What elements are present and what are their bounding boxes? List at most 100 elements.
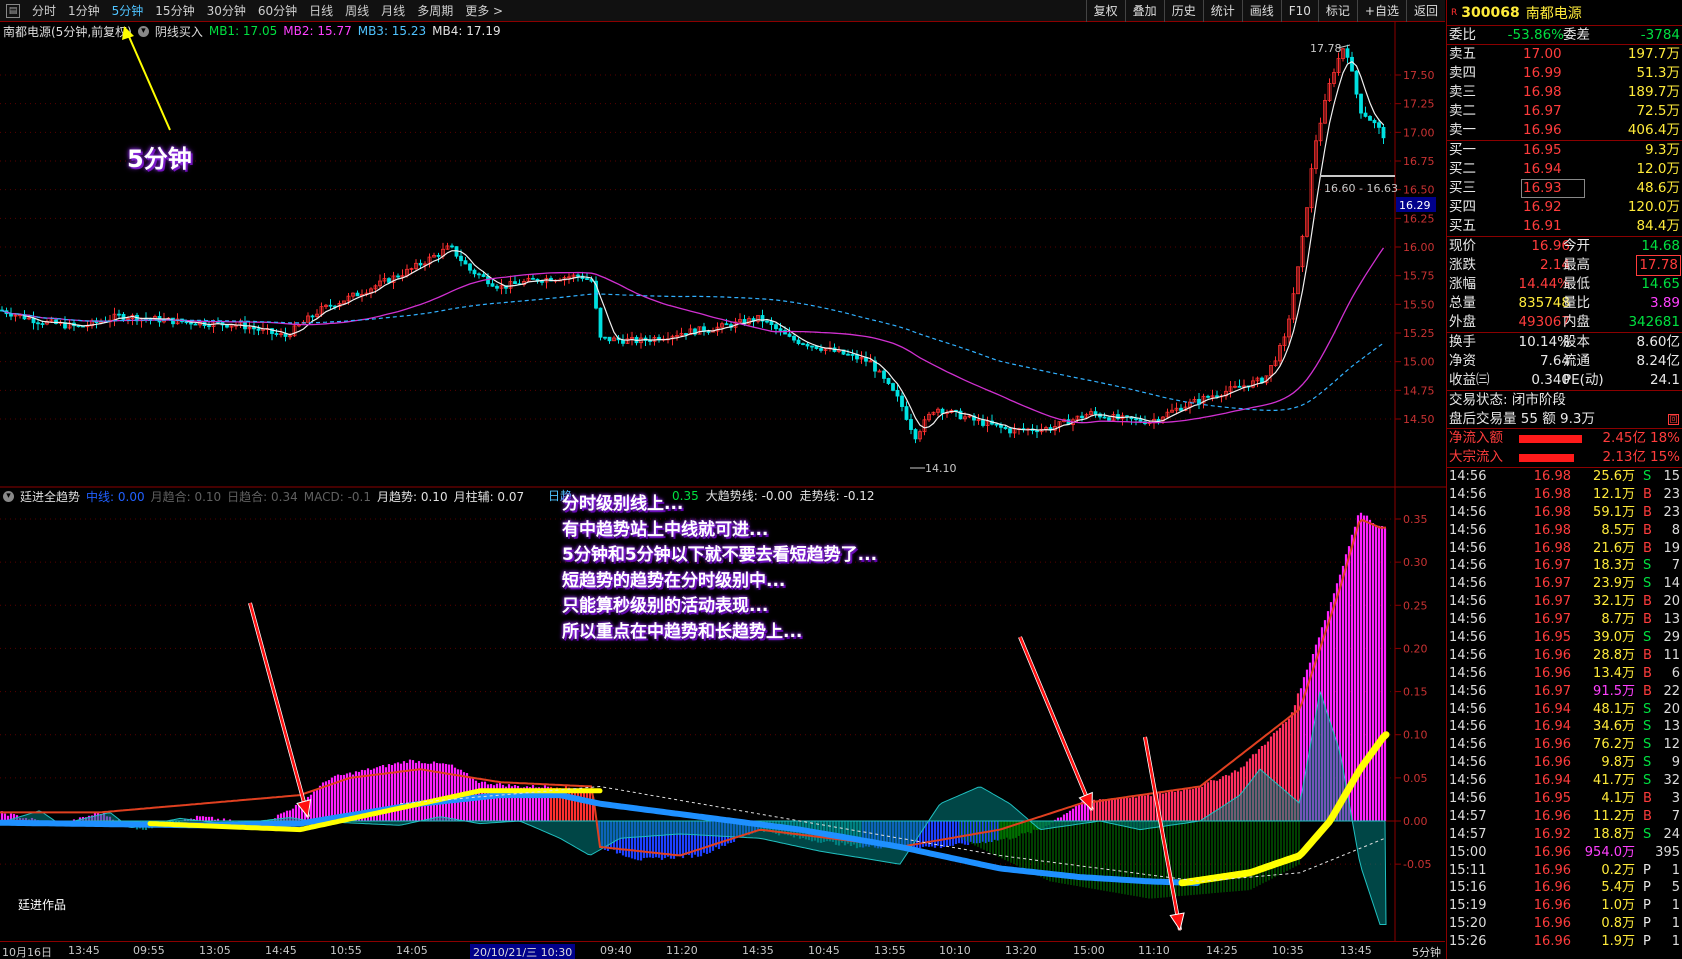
tick-time: 14:57: [1449, 808, 1487, 824]
price-tick-label: 16.00: [1403, 241, 1435, 254]
tick-side: P: [1643, 862, 1651, 878]
tick-row: 14:56 16.97 8.7万 B 13: [1447, 611, 1682, 629]
tick-volume: 1.0万: [1601, 898, 1635, 914]
candle-body: [481, 274, 486, 277]
bids-label: 买二: [1449, 161, 1476, 177]
price-tick-label: 15.75: [1403, 270, 1435, 283]
osc-tick-label: 0.30: [1403, 556, 1428, 569]
candle-body: [1107, 417, 1111, 421]
tick-count: 24: [1663, 826, 1680, 842]
flow-pct: 15%: [1649, 449, 1680, 465]
tick-price: 16.97: [1533, 683, 1571, 699]
tick-price: 16.94: [1533, 773, 1571, 789]
candle-body: [1102, 416, 1107, 419]
tick-row: 14:56 16.98 12.1万 B 23: [1447, 486, 1682, 504]
tick-volume: 59.1万: [1593, 504, 1635, 520]
time-tick-9: 11:20: [666, 944, 698, 957]
stat-label-2: 量比: [1563, 295, 1590, 311]
bids-label: 买三: [1449, 180, 1476, 196]
tick-volume: 23.9万: [1593, 576, 1635, 592]
tick-price: 16.95: [1533, 630, 1571, 646]
sub-value-1: 月趋合: 0.10: [150, 489, 222, 504]
trade-state: 交易状态: 闭市阶段: [1447, 391, 1682, 410]
tick-price: 16.97: [1533, 576, 1571, 592]
asks-row-1[interactable]: 卖四 16.99 51.3万: [1447, 64, 1682, 83]
tick-count: 5: [1671, 880, 1680, 896]
stock-name[interactable]: 南都电源: [1526, 3, 1582, 23]
chart-canvas[interactable]: 17.50 17.25 17.00 16.75 16.50 16.25 16.00 15.75…: [0, 0, 1446, 941]
tick-volume: 91.5万: [1593, 683, 1635, 699]
tick-volume: 76.2万: [1593, 737, 1635, 753]
candle-body: [1381, 126, 1386, 139]
expand-icon[interactable]: 回: [1668, 414, 1679, 425]
tick-side: S: [1643, 558, 1652, 574]
asks-row-2[interactable]: 卖三 16.98 189.7万: [1447, 83, 1682, 102]
asks-volume: 189.7万: [1627, 84, 1680, 100]
sub-chart-title: 廷进全趋势: [20, 489, 81, 504]
tick-row: 15:19 16.96 1.0万 P 1: [1447, 897, 1682, 915]
sub-chart-legend: ▾ 廷进全趋势 中线: 0.00 月趋合: 0.10 日趋合: 0.34 MACD: …: [0, 487, 536, 505]
tick-side: S: [1643, 469, 1652, 484]
bids-row-2[interactable]: 买三 16.93 48.6万: [1447, 179, 1682, 198]
flow-value: 2.45亿: [1602, 430, 1646, 446]
tick-row: 14:56 16.94 34.6万 S 13: [1447, 718, 1682, 736]
fund-value-2: 8.24亿: [1636, 353, 1680, 369]
tick-time: 14:56: [1449, 469, 1487, 484]
tick-time: 15:26: [1449, 934, 1487, 950]
tick-volume: 13.4万: [1593, 665, 1635, 681]
bids-row-3[interactable]: 买四 16.92 120.0万: [1447, 198, 1682, 217]
flow-bar: [1519, 435, 1582, 443]
tick-price: 16.96: [1533, 862, 1571, 878]
sub-value-4: 月趋势: 0.10: [377, 489, 448, 504]
stock-terminal-window: ▤ 分时 1分钟 5分钟 15分钟 30分钟 60分钟 日线 周线 月线 多周期 更多 > 复权 叠加…: [0, 0, 1682, 959]
quote-header: R 300068 南都电源: [1447, 0, 1682, 26]
tick-side: B: [1643, 612, 1652, 628]
candle-body: [225, 324, 229, 328]
asks-row-4[interactable]: 卖一 16.96 406.4万: [1447, 121, 1682, 140]
tick-side: S: [1643, 719, 1652, 735]
fund-row-1: 净资 7.64 流通 8.24亿: [1447, 352, 1682, 371]
tick-volume: 48.1万: [1593, 701, 1635, 717]
candle-body: [1215, 395, 1219, 398]
candle-body: [796, 339, 801, 344]
flow-row-0: 净流入额 2.45亿 18%: [1447, 429, 1682, 448]
sub-settings-icon[interactable]: ▾: [3, 490, 14, 502]
bids-row-4[interactable]: 买五 16.91 84.4万: [1447, 217, 1682, 236]
tick-row: 15:26 16.96 1.9万 P 1: [1447, 933, 1682, 951]
sub-value-5: 月柱辅: 0.07: [453, 489, 525, 504]
candle-body: [418, 262, 423, 266]
tick-list[interactable]: 14:56 16.98 25.6万 S 15 14:56 16.98 12.1万 B 23 14:5…: [1447, 468, 1682, 951]
candle-body: [648, 340, 652, 342]
time-tick-6: 14:05: [396, 944, 428, 957]
candle-body: [184, 321, 189, 324]
asks-row-0[interactable]: 卖五 17.00 197.7万: [1447, 45, 1682, 64]
trade-state-text: 交易状态: 闭市阶段: [1449, 392, 1566, 408]
stat-label: 涨幅: [1449, 276, 1476, 292]
stock-code[interactable]: 300068: [1461, 5, 1519, 21]
bids-row-1[interactable]: 买二 16.94 12.0万: [1447, 160, 1682, 179]
tick-price: 16.96: [1533, 898, 1571, 914]
candle-body: [540, 280, 544, 283]
sub-value-0: 中线: 0.00: [86, 489, 145, 504]
candle-body: [724, 323, 729, 326]
bids-row-0[interactable]: 买一 16.95 9.3万: [1447, 141, 1682, 160]
candle-body: [607, 336, 612, 342]
tick-side: B: [1643, 594, 1652, 610]
asks-row-3[interactable]: 卖二 16.97 72.5万: [1447, 102, 1682, 121]
sub-indicator-values: 中线: 0.00 月趋合: 0.10 日趋合: 0.34 MACD: -0.1 月趋势:…: [86, 488, 530, 505]
tick-row: 15:00 16.96 954.0万 395: [1447, 844, 1682, 862]
time-tick-11: 10:45: [808, 944, 840, 957]
candle-body: [1350, 56, 1354, 72]
tick-count: 12: [1663, 737, 1680, 753]
tick-volume: 41.7万: [1593, 773, 1635, 789]
candle-body: [468, 263, 472, 271]
flow-pct: 18%: [1649, 430, 1680, 446]
tick-volume: 34.6万: [1593, 719, 1635, 735]
time-tick-5: 10:55: [330, 944, 362, 957]
price-tick-label: 17.50: [1403, 69, 1435, 82]
tick-side: B: [1643, 665, 1652, 681]
flow-bar: [1519, 454, 1574, 462]
time-tick-12: 13:55: [874, 944, 906, 957]
osc-tick-label: 0.05: [1403, 772, 1428, 785]
bids-price: 16.91: [1523, 218, 1562, 234]
